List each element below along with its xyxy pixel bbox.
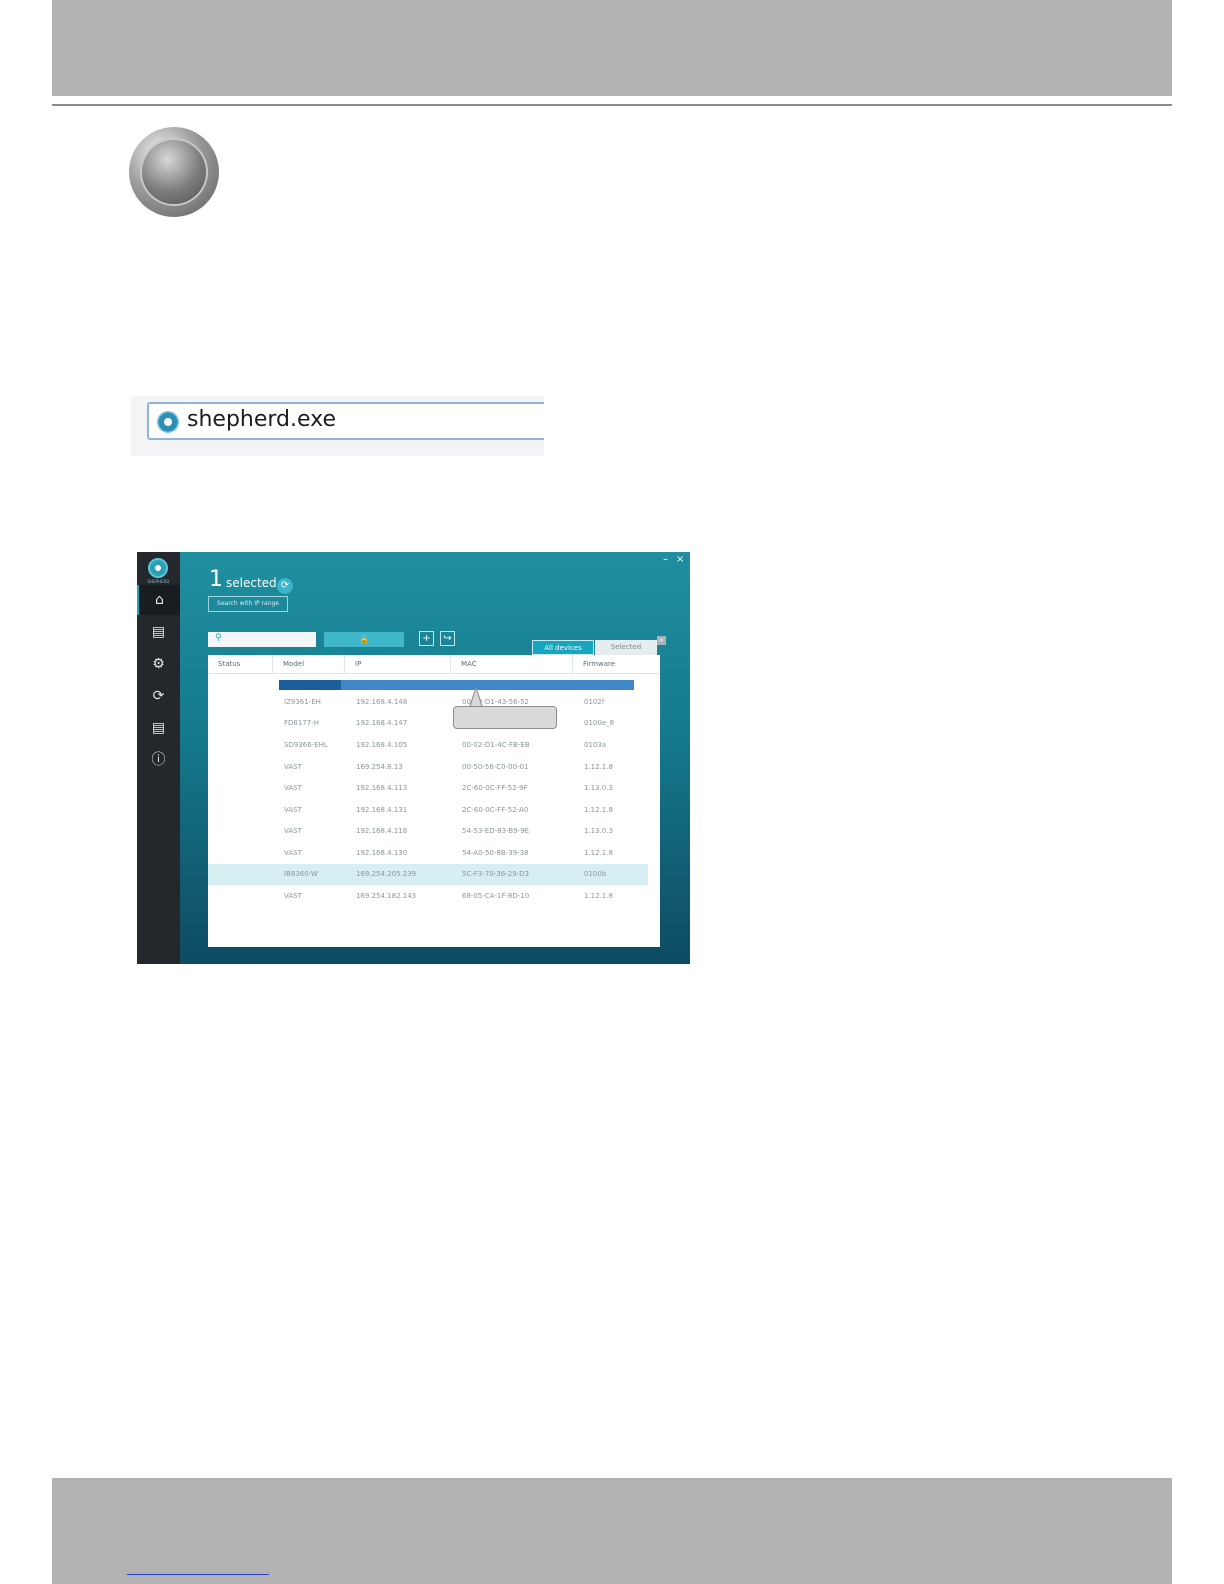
column-header-mac[interactable]: MAC <box>451 655 573 673</box>
page-footer-band <box>52 1478 1172 1584</box>
table-row[interactable]: VAST 169.254.8.13 00-50-56-C0-00-01 1.12… <box>208 757 648 778</box>
shepherd-app-window: SHEPHERD ⌂ ▤ ⚙ ⟳ ▤ ⓘ – × 1 selected ⟳ Se… <box>137 552 690 964</box>
sidebar-settings-icon[interactable]: ⚙ <box>137 649 180 679</box>
minimize-button[interactable]: – <box>663 554 668 565</box>
table-row[interactable]: IZ9361-EH 192.168.4.148 00-02-D1-43-56-5… <box>208 692 648 713</box>
table-row[interactable]: VAST 192.168.4.113 2C-60-0C-FF-52-9F 1.1… <box>208 778 648 799</box>
add-device-button[interactable]: + <box>419 631 434 646</box>
search-ip-range-button[interactable]: Search with IP range <box>208 596 288 612</box>
table-row[interactable]: SD9366-EHL 192.168.4.105 00-02-D1-4C-FB-… <box>208 735 648 756</box>
shepherd-logo-text: SHEPHERD <box>147 579 170 584</box>
table-row[interactable]: VAST 192.168.4.131 2C-60-0C-FF-52-A0 1.1… <box>208 800 648 821</box>
column-header-model[interactable]: Model <box>273 655 345 673</box>
search-progress-bar <box>279 680 634 690</box>
start-search-field[interactable]: shepherd.exe <box>147 402 544 440</box>
start-menu-search-screenshot: shepherd.exe <box>131 396 544 456</box>
sidebar-home-icon[interactable]: ⌂ <box>137 585 180 615</box>
footer-link-underline[interactable] <box>127 1574 269 1575</box>
shepherd-logo-icon <box>148 558 168 578</box>
close-button[interactable]: × <box>676 554 684 565</box>
tab-all-devices[interactable]: All devices <box>532 640 594 655</box>
callout-box <box>453 706 557 729</box>
app-sidebar: SHEPHERD ⌂ ▤ ⚙ ⟳ ▤ ⓘ <box>137 552 180 964</box>
tab-selected[interactable]: Selected <box>595 640 657 655</box>
import-button[interactable]: ↪ <box>440 631 455 646</box>
search-progress-fill <box>279 680 341 690</box>
step-bullet-inner <box>142 140 206 204</box>
header-rule <box>208 673 660 674</box>
table-row[interactable]: VAST 192.168.4.130 54-A0-50-8B-39-38 1.1… <box>208 843 648 864</box>
page-header-band <box>52 0 1172 96</box>
table-row-highlighted[interactable]: IB8360-W 169.254.205.239 5C-F3-70-36-29-… <box>208 864 648 885</box>
header-divider <box>52 104 1172 106</box>
sidebar-sync-icon[interactable]: ⟳ <box>137 681 180 711</box>
table-row[interactable]: VAST 169.254.182.143 68-05-CA-1F-8D-10 1… <box>208 886 648 907</box>
selected-count: 1 <box>209 567 223 592</box>
device-table: Status Model IP MAC Firmware IZ9361-EH 1… <box>208 655 660 947</box>
panel-close-icon[interactable]: × <box>657 636 666 645</box>
lock-button[interactable]: 🔒 <box>324 632 404 647</box>
sidebar-export-icon[interactable]: ▤ <box>137 713 180 743</box>
selected-label: selected <box>226 576 277 590</box>
column-header-ip[interactable]: IP <box>345 655 451 673</box>
device-search-input[interactable]: ⚲ <box>208 632 316 647</box>
column-header-status[interactable]: Status <box>208 655 273 673</box>
table-row[interactable]: VAST 192.168.4.118 54-53-ED-83-B9-9E 1.1… <box>208 821 648 842</box>
search-icon: ⚲ <box>215 633 222 643</box>
refresh-icon[interactable]: ⟳ <box>277 578 293 594</box>
sidebar-devices-icon[interactable]: ▤ <box>137 617 180 647</box>
start-search-text: shepherd.exe <box>187 407 337 432</box>
column-header-firmware[interactable]: Firmware <box>573 655 648 673</box>
sidebar-info-icon[interactable]: ⓘ <box>137 745 180 775</box>
table-row[interactable]: FD8177-H 192.168.4.147 00-02-D1-4B-48-76… <box>208 713 648 734</box>
shepherd-app-icon <box>157 411 179 433</box>
